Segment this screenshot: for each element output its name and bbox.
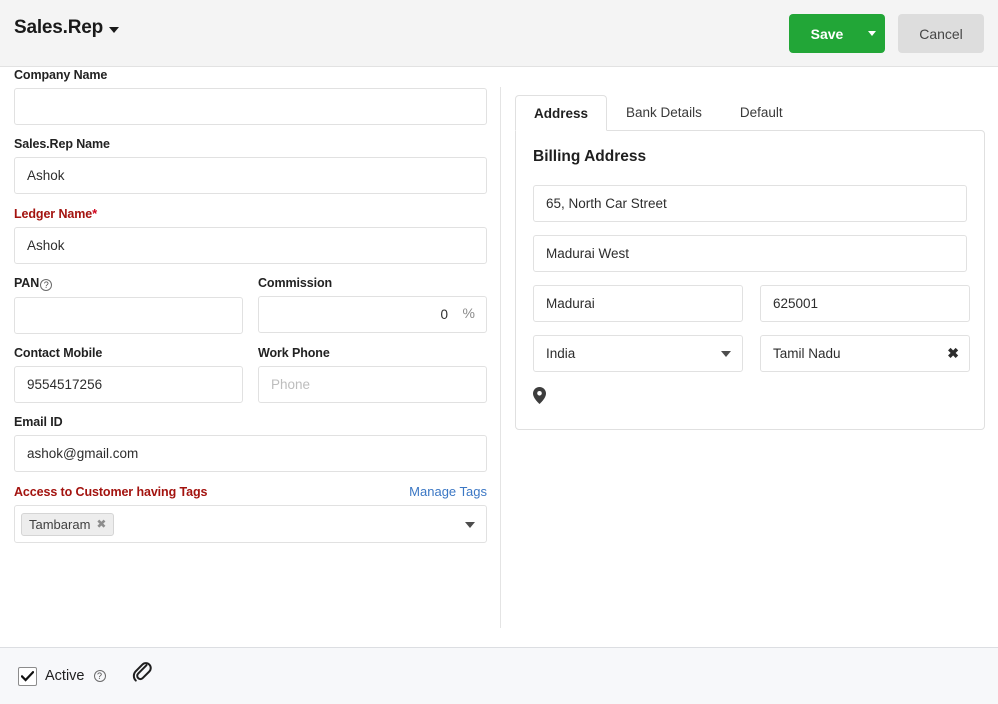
- sales-rep-form-page: Sales.Rep Save Cancel Company Name Sales…: [0, 0, 998, 704]
- pan-input[interactable]: [14, 297, 243, 334]
- email-id-label: Email ID: [14, 415, 63, 429]
- tags-header: Access to Customer having Tags Manage Ta…: [14, 484, 487, 499]
- save-button-label: Save: [810, 25, 844, 42]
- paperclip-icon[interactable]: [132, 662, 153, 690]
- save-button[interactable]: Save: [789, 14, 885, 53]
- contact-mobile-input[interactable]: [14, 366, 243, 403]
- required-asterisk: *: [92, 206, 98, 221]
- page-title: Sales.Rep: [14, 17, 104, 38]
- field-email-id: Email ID: [14, 415, 487, 472]
- company-name-input[interactable]: [14, 88, 487, 125]
- save-dropdown-toggle[interactable]: [859, 31, 885, 36]
- billing-address-title: Billing Address: [533, 148, 647, 165]
- close-icon[interactable]: ✖: [96, 518, 106, 530]
- sales-rep-name-input[interactable]: [14, 157, 487, 194]
- left-form-column: Company Name Sales.Rep Name Ledger Name*…: [14, 68, 487, 543]
- tag-chip-label: Tambaram: [29, 516, 91, 532]
- right-panel-column: Address Bank Details Default Billing Add…: [515, 94, 985, 430]
- tab-default[interactable]: Default: [721, 94, 802, 130]
- percent-sign: %: [462, 305, 475, 321]
- column-divider: [500, 87, 501, 628]
- tags-multiselect[interactable]: Tambaram ✖: [14, 505, 487, 543]
- work-phone-label: Work Phone: [258, 346, 330, 360]
- field-commission: Commission %: [258, 276, 487, 334]
- commission-label: Commission: [258, 276, 333, 290]
- email-id-input[interactable]: [14, 435, 487, 472]
- footer-bar: Active ?: [0, 647, 998, 704]
- field-pan: PAN?: [14, 276, 243, 334]
- address-street-input[interactable]: [533, 185, 967, 222]
- address-city-input[interactable]: [533, 285, 743, 322]
- address-postal-code-input[interactable]: [760, 285, 970, 322]
- contact-mobile-label: Contact Mobile: [14, 346, 103, 360]
- help-circle-icon[interactable]: ?: [40, 279, 53, 291]
- panel-tabs: Address Bank Details Default: [515, 94, 985, 131]
- pan-commission-row: PAN? Commission %: [14, 276, 487, 334]
- top-toolbar: Sales.Rep Save Cancel: [0, 0, 998, 67]
- field-contact-mobile: Contact Mobile: [14, 346, 243, 403]
- address-area-input[interactable]: [533, 235, 967, 272]
- active-checkbox-wrap[interactable]: Active ?: [18, 666, 106, 686]
- address-state-select[interactable]: [760, 335, 970, 372]
- field-ledger-name: Ledger Name*: [14, 206, 487, 264]
- manage-tags-link[interactable]: Manage Tags: [409, 484, 487, 499]
- tab-address[interactable]: Address: [515, 95, 608, 131]
- help-circle-icon[interactable]: ?: [93, 670, 106, 682]
- active-label: Active: [45, 668, 85, 684]
- ledger-name-label: Ledger Name*: [14, 206, 487, 221]
- chevron-down-icon: [109, 26, 120, 33]
- address-country-select[interactable]: [533, 335, 743, 372]
- field-sales-rep-name: Sales.Rep Name: [14, 137, 487, 194]
- form-content: Company Name Sales.Rep Name Ledger Name*…: [0, 68, 998, 647]
- chevron-down-icon: [868, 31, 876, 36]
- commission-input[interactable]: [258, 296, 487, 333]
- ledger-name-input[interactable]: [14, 227, 487, 264]
- field-work-phone: Work Phone: [258, 346, 487, 403]
- page-title-dropdown[interactable]: Sales.Rep: [14, 17, 120, 39]
- commission-input-wrap: %: [258, 296, 487, 333]
- address-postal-wrap: [760, 285, 970, 335]
- address-state-wrap: ✖: [760, 335, 970, 385]
- map-pin-icon[interactable]: [533, 387, 546, 409]
- map-location-row: [533, 387, 967, 409]
- pan-label: PAN?: [14, 276, 243, 291]
- tab-bank-details[interactable]: Bank Details: [607, 94, 721, 130]
- company-name-label: Company Name: [14, 68, 108, 82]
- address-country-wrap: [533, 335, 743, 385]
- sales-rep-name-label: Sales.Rep Name: [14, 137, 110, 151]
- work-phone-input[interactable]: [258, 366, 487, 403]
- field-company-name: Company Name: [14, 68, 487, 125]
- cancel-button[interactable]: Cancel: [898, 14, 984, 53]
- chevron-down-icon[interactable]: [465, 522, 475, 528]
- pan-label-text: PAN: [14, 276, 40, 290]
- active-checkbox[interactable]: [18, 666, 37, 686]
- country-state-row: ✖: [533, 335, 970, 385]
- ledger-name-label-text: Ledger Name: [14, 207, 93, 221]
- tag-chip: Tambaram ✖: [21, 512, 115, 536]
- field-access-tags: Access to Customer having Tags Manage Ta…: [14, 484, 487, 543]
- address-panel: Billing Address 65, North Car Street Mad…: [515, 130, 985, 430]
- city-postal-row: [533, 285, 970, 335]
- phone-row: Contact Mobile Work Phone: [14, 346, 487, 403]
- address-city-wrap: [533, 285, 743, 335]
- close-icon[interactable]: ✖: [947, 344, 959, 363]
- access-tags-label: Access to Customer having Tags: [14, 485, 208, 499]
